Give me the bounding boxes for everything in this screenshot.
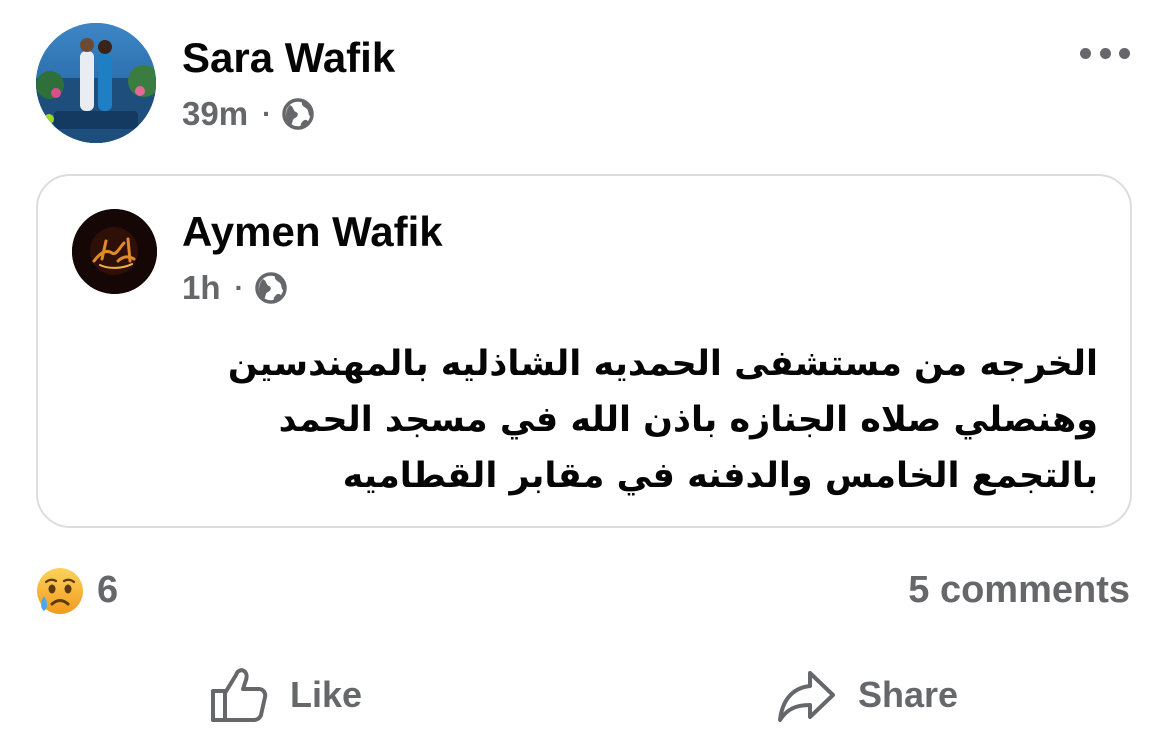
like-button[interactable]: Like (208, 660, 362, 730)
post-text-line: بالتجمع الخامس والدفنه في مقابر القطاميه (342, 456, 1098, 496)
meta-separator: · (234, 272, 244, 303)
shared-author-name[interactable]: Aymen Wafik (182, 208, 443, 256)
share-label: Share (858, 674, 959, 715)
author-avatar[interactable] (36, 23, 156, 143)
post-text-line: وهنصلي صلاه الجنازه باذن الله في مسجد ال… (278, 400, 1098, 440)
thumbs-up-icon (208, 665, 270, 725)
post-meta: 39m · (182, 92, 315, 136)
globe-icon (281, 97, 315, 131)
shared-post-meta: 1h · (182, 266, 288, 310)
like-label: Like (290, 674, 363, 715)
share-arrow-icon (776, 665, 838, 725)
sad-reaction-icon[interactable] (35, 566, 85, 616)
author-name[interactable]: Sara Wafik (182, 34, 395, 82)
post-timestamp[interactable]: 39m (182, 94, 248, 134)
globe-icon (254, 271, 288, 305)
shared-post-timestamp[interactable]: 1h (182, 268, 221, 308)
comments-count-link[interactable]: 5 comments (908, 566, 1130, 614)
shared-author-avatar[interactable] (72, 209, 157, 294)
shared-post-text: الخرجه من مستشفى الحمديه الشاذليه بالمهن… (110, 336, 1098, 504)
more-options-button[interactable] (1080, 38, 1130, 68)
reaction-count[interactable]: 6 (97, 566, 118, 614)
more-horizontal-icon (1080, 47, 1091, 59)
meta-separator: · (262, 98, 272, 129)
share-button[interactable]: Share (776, 660, 958, 730)
post-text-line: الخرجه من مستشفى الحمديه الشاذليه بالمهن… (227, 344, 1098, 384)
